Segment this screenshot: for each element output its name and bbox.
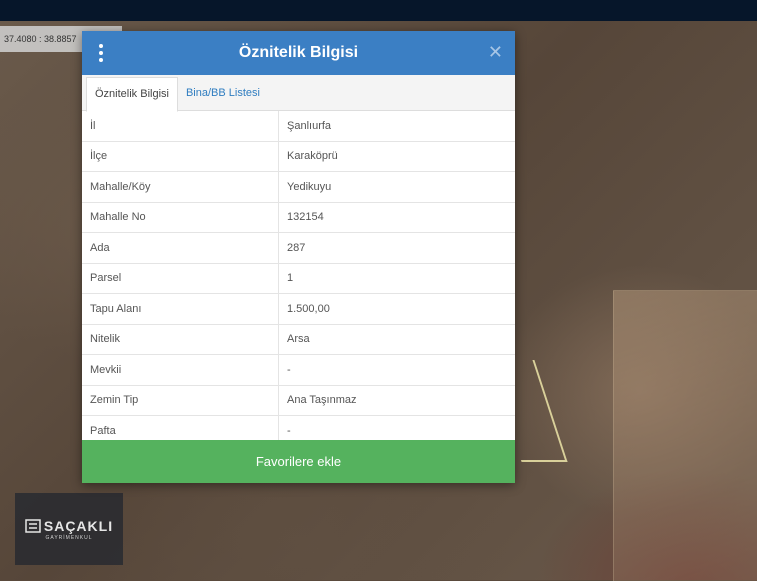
row-key: Zemin Tip bbox=[82, 385, 279, 416]
row-key: Nitelik bbox=[82, 324, 279, 355]
row-value: Şanlıurfa bbox=[278, 111, 515, 142]
close-icon[interactable]: ✕ bbox=[488, 43, 503, 61]
table-row: Ada 287 bbox=[82, 232, 515, 264]
row-key: İlçe bbox=[82, 141, 279, 172]
row-key: Tapu Alanı bbox=[82, 293, 279, 325]
attribute-table: İl Şanlıurfa İlçe Karaköprü Mahalle/Köy Yed… bbox=[82, 111, 515, 447]
table-row: Zemin Tip Ana Taşınmaz bbox=[82, 385, 515, 416]
row-value: 287 bbox=[278, 232, 515, 264]
tab-attributes[interactable]: Öznitelik Bilgisi bbox=[86, 77, 178, 112]
row-key: Parsel bbox=[82, 263, 279, 294]
logo-name: SAÇAKLI bbox=[43, 517, 114, 534]
row-key: Mevkii bbox=[82, 354, 279, 386]
table-row: İlçe Karaköprü bbox=[82, 141, 515, 172]
table-row: İl Şanlıurfa bbox=[82, 111, 515, 142]
neighbor-parcel bbox=[613, 290, 757, 581]
add-to-favorites-button[interactable]: Favorilere ekle bbox=[82, 440, 515, 483]
row-value: 132154 bbox=[278, 202, 515, 233]
row-key: Mahalle/Köy bbox=[82, 171, 279, 203]
row-value: Karaköprü bbox=[278, 141, 515, 172]
table-row: Parsel 1 bbox=[82, 263, 515, 294]
table-row: Mahalle No 132154 bbox=[82, 202, 515, 233]
table-row: Mahalle/Köy Yedikuyu bbox=[82, 171, 515, 203]
row-value: 1.500,00 bbox=[278, 293, 515, 325]
row-key: Mahalle No bbox=[82, 202, 279, 233]
company-logo: SAÇAKLI GAYRİMENKUL bbox=[15, 493, 123, 565]
row-value: 1 bbox=[278, 263, 515, 294]
logo-mark: SAÇAKLI bbox=[25, 518, 113, 534]
logo-subtitle: GAYRİMENKUL bbox=[45, 534, 93, 541]
row-key: Ada bbox=[82, 232, 279, 264]
tab-building-list[interactable]: Bina/BB Listesi bbox=[178, 77, 268, 110]
table-row: Tapu Alanı 1.500,00 bbox=[82, 293, 515, 325]
table-row: Nitelik Arsa bbox=[82, 324, 515, 355]
panel-title: Öznitelik Bilgisi bbox=[238, 44, 359, 61]
row-value: Ana Taşınmaz bbox=[278, 385, 515, 416]
row-value: - bbox=[278, 354, 515, 386]
table-row: Mevkii - bbox=[82, 354, 515, 386]
attribute-panel: Öznitelik Bilgisi ✕ Öznitelik Bilgisi Bi… bbox=[82, 31, 515, 483]
row-value: Arsa bbox=[278, 324, 515, 355]
row-key: İl bbox=[82, 111, 279, 142]
top-bar bbox=[0, 0, 757, 21]
panel-header: Öznitelik Bilgisi ✕ bbox=[82, 31, 515, 75]
tab-bar: Öznitelik Bilgisi Bina/BB Listesi bbox=[82, 75, 515, 112]
row-value: Yedikuyu bbox=[278, 171, 515, 203]
logo-icon bbox=[25, 518, 41, 533]
vertical-dots-icon[interactable] bbox=[97, 44, 105, 62]
